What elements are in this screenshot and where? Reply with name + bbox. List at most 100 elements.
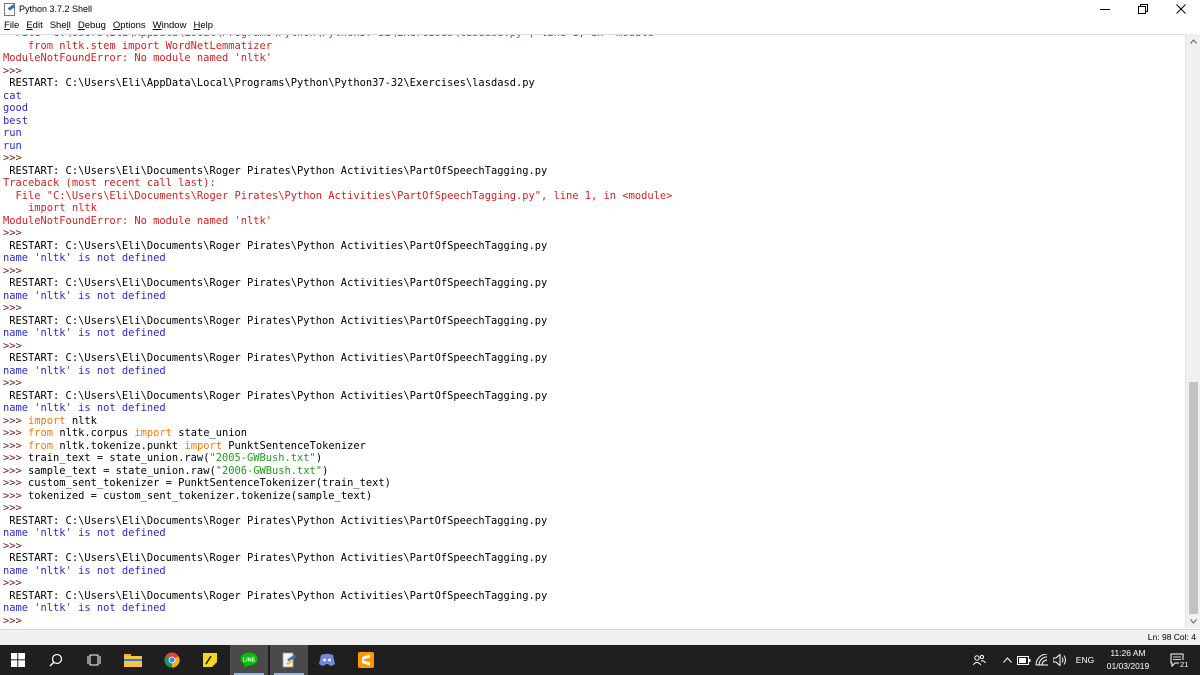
shell-text: RESTART: C:\Users\Eli\Documents\Roger Pi…	[3, 352, 548, 364]
shell-text: import nltk	[3, 202, 97, 214]
shell-line: >>>	[3, 577, 672, 590]
shell-text: RESTART: C:\Users\Eli\Documents\Roger Pi…	[3, 277, 548, 289]
shell-line: >>> from nltk.corpus import state_union	[3, 427, 672, 440]
file-explorer-button[interactable]	[114, 645, 152, 675]
shell-line: RESTART: C:\Users\Eli\Documents\Roger Pi…	[3, 240, 672, 253]
shell-line: cat	[3, 90, 672, 103]
shell-line: >>>	[3, 340, 672, 353]
shell-line: Traceback (most recent call last):	[3, 177, 672, 190]
shell-prompt: >>>	[3, 264, 29, 277]
shell-text: name 'nltk' is not defined	[3, 402, 166, 414]
maximize-button[interactable]	[1124, 0, 1162, 18]
task-view-icon	[87, 654, 101, 666]
shell-text: RESTART: C:\Users\Eli\Documents\Roger Pi…	[3, 164, 548, 177]
shell-text: name 'nltk' is not defined	[3, 252, 166, 264]
shell-line: RESTART: C:\Users\Eli\Documents\Roger Pi…	[3, 515, 672, 528]
minimize-button[interactable]	[1086, 0, 1124, 18]
notification-count: 21	[1179, 660, 1190, 669]
line-app-button[interactable]: LINE	[230, 645, 268, 675]
search-icon	[49, 653, 63, 667]
shell-text: name 'nltk' is not defined	[3, 564, 166, 577]
shell-line: >>>	[3, 302, 672, 315]
shell-line: RESTART: C:\Users\Eli\Documents\Roger Pi…	[3, 165, 672, 178]
menu-options[interactable]: Options	[113, 18, 146, 34]
shell-text: PunktSentenceTokenizer	[221, 439, 366, 452]
people-button[interactable]	[970, 645, 988, 675]
shell-text: "2005-GWBush.txt"	[209, 452, 316, 464]
people-icon	[972, 654, 986, 666]
svg-text:LINE: LINE	[243, 658, 256, 664]
start-button[interactable]	[0, 645, 36, 675]
shell-text: File "C:\Users\Eli\AppData\Local\Program…	[3, 35, 660, 39]
vertical-scrollbar[interactable]	[1185, 34, 1200, 628]
shell-line: RESTART: C:\Users\Eli\Documents\Roger Pi…	[3, 390, 672, 403]
volume-icon	[1053, 654, 1066, 666]
chrome-button[interactable]	[153, 645, 191, 675]
shell-prompt: >>>	[3, 577, 29, 589]
shell-text: sample_text = state_union.raw(	[28, 464, 216, 477]
shell-line: ModuleNotFoundError: No module named 'nl…	[3, 215, 672, 228]
show-hidden-icons-button[interactable]	[1000, 645, 1014, 675]
menu-debug[interactable]: Debug	[78, 18, 106, 34]
clock-time: 11:26 AM	[1110, 648, 1146, 658]
shell-text: best	[3, 114, 29, 127]
sticky-notes-button[interactable]	[191, 645, 229, 675]
shell-text: RESTART: C:\Users\Eli\Documents\Roger Pi…	[3, 589, 548, 602]
shell-text: RESTART: C:\Users\Eli\Documents\Roger Pi…	[3, 389, 548, 402]
scroll-thumb[interactable]	[1189, 381, 1198, 614]
shell-line: RESTART: C:\Users\Eli\Documents\Roger Pi…	[3, 277, 672, 290]
scroll-up-button[interactable]	[1186, 34, 1200, 48]
action-center-button[interactable]: 21	[1164, 645, 1192, 675]
shell-line: >>> tokenized = custom_sent_tokenizer.to…	[3, 490, 672, 503]
battery-button[interactable]	[1016, 645, 1032, 675]
shell-line: >>> import nltk	[3, 415, 672, 428]
shell-line: import nltk	[3, 202, 672, 215]
menu-shell[interactable]: Shell	[50, 18, 71, 34]
shell-line: RESTART: C:\Users\Eli\Documents\Roger Pi…	[3, 315, 672, 328]
volume-button[interactable]	[1052, 645, 1068, 675]
line-icon: LINE	[240, 652, 258, 668]
shell-line: >>>	[3, 265, 672, 278]
shell-line: >>>	[3, 152, 672, 165]
shell-text: name 'nltk' is not defined	[3, 602, 166, 614]
shell-text: ModuleNotFoundError: No module named 'nl…	[3, 214, 272, 227]
wifi-button[interactable]	[1034, 645, 1050, 675]
restore-icon	[1138, 4, 1148, 14]
shell-text: RESTART: C:\Users\Eli\Documents\Roger Pi…	[3, 239, 548, 252]
shell-text: import	[134, 427, 172, 439]
shell-text-area[interactable]: File "C:\Users\Eli\AppData\Local\Program…	[0, 34, 1185, 629]
idle-app-icon[interactable]	[3, 3, 16, 16]
shell-output: File "C:\Users\Eli\AppData\Local\Program…	[3, 35, 672, 627]
discord-button[interactable]	[308, 645, 346, 675]
clock[interactable]: 11:26 AM 01/03/2019	[1097, 647, 1159, 673]
idle-shell-button[interactable]	[270, 645, 308, 675]
shell-text: "2006-GWBush.txt"	[215, 464, 323, 477]
sublime-text-button[interactable]	[347, 645, 385, 675]
scroll-down-button[interactable]	[1186, 614, 1200, 628]
shell-text: nltk.corpus	[53, 427, 135, 439]
shell-line: name 'nltk' is not defined	[3, 402, 672, 415]
menu-file[interactable]: File	[4, 18, 19, 34]
menu-help[interactable]: Help	[193, 18, 213, 34]
shell-text: nltk	[65, 414, 97, 427]
task-view-button[interactable]	[75, 645, 113, 675]
close-icon	[1176, 4, 1186, 14]
shell-line: >>>	[3, 65, 672, 78]
wifi-icon	[1035, 654, 1048, 666]
shell-text: tokenized = custom_sent_tokenizer.tokeni…	[28, 489, 373, 502]
close-button[interactable]	[1162, 0, 1200, 18]
shell-text: name 'nltk' is not defined	[3, 527, 166, 539]
search-button[interactable]	[37, 645, 75, 675]
shell-line: RESTART: C:\Users\Eli\Documents\Roger Pi…	[3, 590, 672, 603]
shell-line: RESTART: C:\Users\Eli\Documents\Roger Pi…	[3, 552, 672, 565]
menu-edit[interactable]: Edit	[26, 18, 42, 34]
sublime-text-icon	[358, 652, 374, 668]
start-icon	[11, 653, 25, 667]
language-indicator[interactable]: ENG	[1072, 645, 1098, 675]
idle-icon	[282, 652, 297, 668]
discord-icon	[319, 653, 335, 666]
shell-text: name 'nltk' is not defined	[3, 289, 166, 302]
shell-text: RESTART: C:\Users\Eli\Documents\Roger Pi…	[3, 314, 548, 327]
menu-window[interactable]: Window	[153, 18, 187, 34]
shell-text: )	[315, 452, 323, 464]
